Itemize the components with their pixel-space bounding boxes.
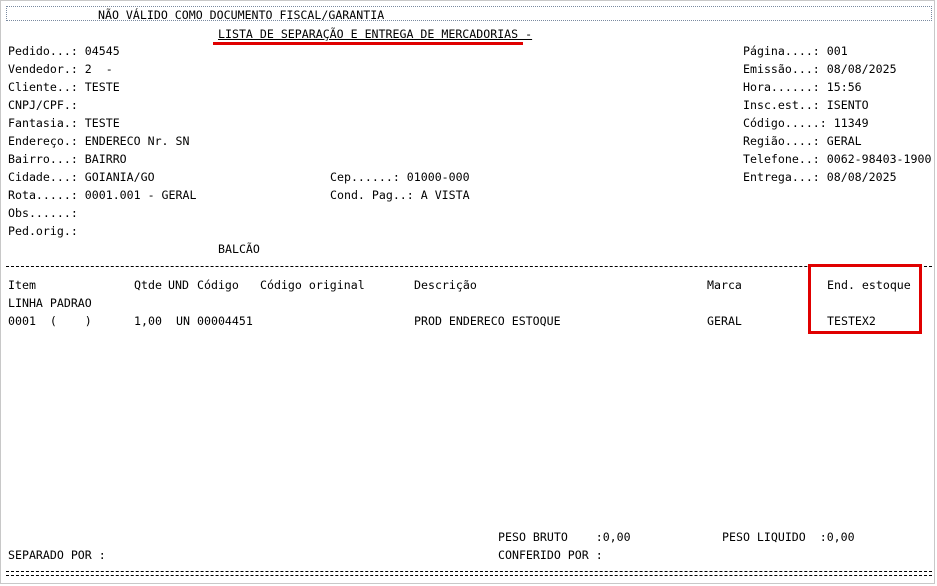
endereco-field: Endereço.: ENDERECO Nr. SN <box>8 134 190 148</box>
cnpj-field: CNPJ/CPF.: <box>8 98 78 112</box>
vendedor-field: Vendedor.: 2 - <box>8 62 113 76</box>
col-header-codigo-original: Código original <box>260 278 365 292</box>
bairro-field: Bairro...: BAIRRO <box>8 152 127 166</box>
end-estoque-highlight-box <box>808 264 922 334</box>
cliente-field: Cliente..: TESTE <box>8 80 120 94</box>
peso-bruto-field: PESO BRUTO :0,00 <box>498 530 631 544</box>
col-header-qtde: Qtde <box>134 278 162 292</box>
regiao-field: Região....: GERAL <box>743 134 862 148</box>
pedido-field: Pedido...: 04545 <box>8 44 120 58</box>
fiscal-notice: NÃO VÁLIDO COMO DOCUMENTO FISCAL/GARANTI… <box>98 8 385 22</box>
fantasia-field: Fantasia.: TESTE <box>8 116 120 130</box>
rota-field: Rota.....: 0001.001 - GERAL <box>8 188 197 202</box>
emissao-field: Emissão...: 08/08/2025 <box>743 62 897 76</box>
cep-field: Cep......: 01000-000 <box>330 170 470 184</box>
table-top-divider <box>6 266 932 267</box>
row-item: 0001 ( ) <box>8 314 92 328</box>
conferido-por-field: CONFERIDO POR : <box>498 548 603 562</box>
entrega-field: Entrega...: 08/08/2025 <box>743 170 897 184</box>
col-header-descricao: Descrição <box>414 278 477 292</box>
insc-est-field: Insc.est..: ISENTO <box>743 98 869 112</box>
col-header-codigo: Código <box>197 278 239 292</box>
title-highlight-underline <box>213 42 523 45</box>
ped-orig-field: Ped.orig.: <box>8 224 78 238</box>
pagina-field: Página....: 001 <box>743 44 848 58</box>
row-descricao: PROD ENDERECO ESTOQUE <box>414 314 561 328</box>
col-header-und: UND <box>168 278 189 292</box>
codigo-field: Código.....: 11349 <box>743 116 869 130</box>
col-header-item: Item <box>8 278 36 292</box>
balcao-label: BALCÃO <box>218 242 260 256</box>
hora-field: Hora......: 15:56 <box>743 80 862 94</box>
telefone-field: Telefone..: 0062-98403-1900 <box>743 152 932 166</box>
col-header-marca: Marca <box>707 278 742 292</box>
row-qtde: 1,00 <box>134 314 162 328</box>
row-marca: GERAL <box>707 314 742 328</box>
obs-field: Obs......: <box>8 206 78 220</box>
cidade-field: Cidade...: GOIANIA/GO <box>8 170 155 184</box>
row-und: UN <box>176 314 190 328</box>
peso-liquido-field: PESO LIQUIDO :0,00 <box>722 530 855 544</box>
row-codigo: 00004451 <box>197 314 253 328</box>
separado-por-field: SEPARADO POR : <box>8 548 106 562</box>
cond-pag-field: Cond. Pag..: A VISTA <box>330 188 470 202</box>
footer-double-divider <box>6 571 932 576</box>
group-label: LINHA PADRAO <box>8 296 92 310</box>
document-title: LISTA DE SEPARAÇÃO E ENTREGA DE MERCADOR… <box>218 27 533 41</box>
